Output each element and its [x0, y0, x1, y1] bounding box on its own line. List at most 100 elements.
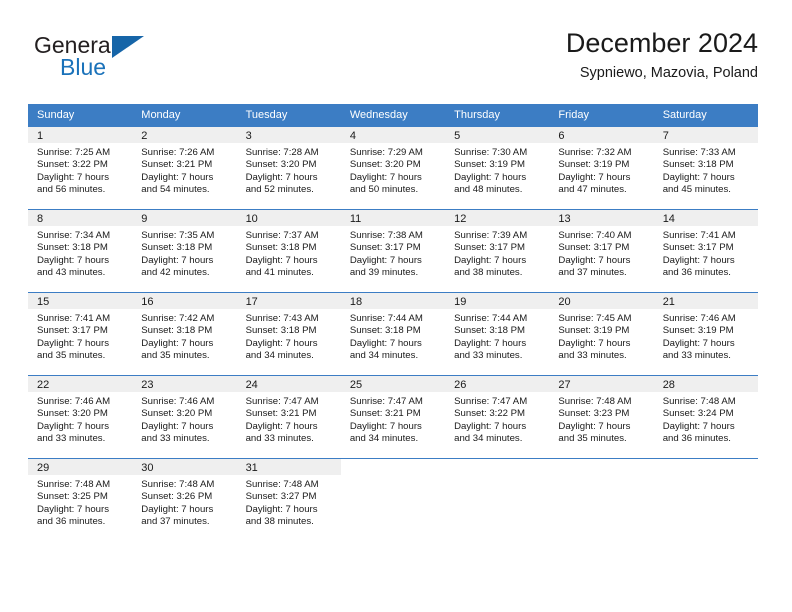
day-number: 29 [28, 459, 133, 475]
day-number: 28 [653, 376, 758, 392]
daylight-text-line1: Daylight: 7 hours [141, 337, 214, 349]
day-number: 26 [445, 376, 550, 392]
daylight-text-line2: and 34 minutes. [349, 432, 419, 444]
day-cell[interactable]: 17 Sunrise: 7:43 AM Sunset: 3:18 PM Dayligh… [236, 292, 341, 376]
day-cell[interactable]: 6 Sunrise: 7:32 AM Sunset: 3:19 PM Daylight… [549, 126, 654, 210]
sunset-text: Sunset: 3:27 PM [245, 491, 317, 503]
sunset-text: Sunset: 3:17 PM [454, 242, 526, 254]
daylight-text-line1: Daylight: 7 hours [558, 337, 631, 349]
daylight-text-line1: Daylight: 7 hours [141, 171, 214, 183]
daylight-text-line1: Daylight: 7 hours [37, 420, 109, 432]
day-cell[interactable]: 30 Sunrise: 7:48 AM Sunset: 3:26 PM Dayligh… [132, 458, 237, 541]
daylight-text-line1: Daylight: 7 hours [454, 420, 527, 432]
day-cell[interactable]: 21 Sunrise: 7:46 AM Sunset: 3:19 PM Dayligh… [653, 292, 758, 376]
day-cell[interactable]: 12 Sunrise: 7:39 AM Sunset: 3:17 PM Dayligh… [445, 209, 550, 293]
daylight-text-line1: Daylight: 7 hours [349, 171, 422, 183]
sunrise-text: Sunrise: 7:29 AM [349, 147, 423, 158]
daylight-text-line2: and 38 minutes. [245, 515, 314, 527]
brand-logo[interactable]: General Blue [34, 32, 244, 88]
daylight-text-line2: and 56 minutes. [37, 183, 106, 195]
page-subtitle: Sypniewo, Mazovia, Poland [579, 65, 758, 81]
daylight-text-line2: and 33 minutes. [558, 349, 627, 361]
day-cell[interactable]: 5 Sunrise: 7:30 AM Sunset: 3:19 PM Daylight… [445, 126, 550, 210]
daylight-text-line1: Daylight: 7 hours [349, 254, 422, 266]
sunset-text: Sunset: 3:17 PM [558, 242, 630, 254]
day-cell[interactable]: 18 Sunrise: 7:44 AM Sunset: 3:18 PM Dayligh… [340, 292, 446, 376]
daylight-text-line1: Daylight: 7 hours [454, 337, 527, 349]
day-number: 16 [132, 293, 237, 309]
sunrise-text: Sunrise: 7:48 AM [245, 479, 319, 490]
weekday-header-saturday: Saturday [653, 104, 758, 127]
day-number: 18 [340, 293, 446, 309]
sunrise-text: Sunrise: 7:46 AM [37, 396, 111, 407]
day-cell[interactable]: 10 Sunrise: 7:37 AM Sunset: 3:18 PM Dayligh… [236, 209, 341, 293]
sunrise-text: Sunrise: 7:48 AM [37, 479, 111, 490]
sunrise-text: Sunrise: 7:46 AM [662, 313, 736, 324]
day-number: 6 [549, 127, 654, 143]
daylight-text-line2: and 34 minutes. [349, 349, 419, 361]
sunset-text: Sunset: 3:21 PM [141, 159, 213, 171]
day-cell[interactable]: 31 Sunrise: 7:48 AM Sunset: 3:27 PM Dayligh… [236, 458, 341, 541]
day-number: 22 [28, 376, 133, 392]
sunset-text: Sunset: 3:18 PM [141, 325, 213, 337]
sunrise-text: Sunrise: 7:39 AM [454, 230, 528, 241]
daylight-text-line2: and 37 minutes. [141, 515, 210, 527]
day-cell[interactable]: 25 Sunrise: 7:47 AM Sunset: 3:21 PM Dayligh… [340, 375, 446, 459]
day-cell[interactable]: 20 Sunrise: 7:45 AM Sunset: 3:19 PM Dayligh… [549, 292, 654, 376]
sunset-text: Sunset: 3:19 PM [558, 325, 630, 337]
sunset-text: Sunset: 3:21 PM [245, 408, 317, 420]
sunset-text: Sunset: 3:18 PM [349, 325, 421, 337]
day-number: 1 [28, 127, 133, 143]
day-cell[interactable]: 14 Sunrise: 7:41 AM Sunset: 3:17 PM Dayligh… [653, 209, 758, 293]
day-cell[interactable]: 22 Sunrise: 7:46 AM Sunset: 3:20 PM Dayligh… [28, 375, 133, 459]
day-cell[interactable]: 19 Sunrise: 7:44 AM Sunset: 3:18 PM Dayligh… [445, 292, 550, 376]
sunrise-text: Sunrise: 7:41 AM [662, 230, 736, 241]
daylight-text-line1: Daylight: 7 hours [454, 171, 527, 183]
daylight-text-line2: and 50 minutes. [349, 183, 419, 195]
sunset-text: Sunset: 3:18 PM [141, 242, 213, 254]
day-cell[interactable]: 2 Sunrise: 7:26 AM Sunset: 3:21 PM Daylight… [132, 126, 237, 210]
calendar-week-row: 29 Sunrise: 7:48 AM Sunset: 3:25 PM Dayligh… [28, 458, 758, 541]
day-number [549, 459, 654, 475]
day-cell[interactable]: 3 Sunrise: 7:28 AM Sunset: 3:20 PM Daylight… [236, 126, 341, 210]
daylight-text-line1: Daylight: 7 hours [141, 420, 214, 432]
day-number: 5 [445, 127, 550, 143]
daylight-text-line1: Daylight: 7 hours [558, 254, 631, 266]
day-number: 23 [132, 376, 237, 392]
day-cell[interactable]: 4 Sunrise: 7:29 AM Sunset: 3:20 PM Daylight… [340, 126, 446, 210]
day-cell[interactable]: 24 Sunrise: 7:47 AM Sunset: 3:21 PM Dayligh… [236, 375, 341, 459]
daylight-text-line1: Daylight: 7 hours [245, 254, 318, 266]
day-cell[interactable]: 23 Sunrise: 7:46 AM Sunset: 3:20 PM Dayligh… [132, 375, 237, 459]
sunrise-text: Sunrise: 7:30 AM [454, 147, 528, 158]
sunset-text: Sunset: 3:22 PM [37, 159, 108, 171]
calendar-week-row: 22 Sunrise: 7:46 AM Sunset: 3:20 PM Dayligh… [28, 375, 758, 459]
day-cell[interactable]: 13 Sunrise: 7:40 AM Sunset: 3:17 PM Dayligh… [549, 209, 654, 293]
day-cell[interactable]: 27 Sunrise: 7:48 AM Sunset: 3:23 PM Dayligh… [549, 375, 654, 459]
day-cell[interactable]: 11 Sunrise: 7:38 AM Sunset: 3:17 PM Dayligh… [340, 209, 446, 293]
weekday-header-wednesday: Wednesday [340, 104, 446, 127]
day-number: 13 [549, 210, 654, 226]
day-cell[interactable]: 16 Sunrise: 7:42 AM Sunset: 3:18 PM Dayligh… [132, 292, 237, 376]
daylight-text-line1: Daylight: 7 hours [558, 171, 631, 183]
sunrise-text: Sunrise: 7:41 AM [37, 313, 111, 324]
sunrise-text: Sunrise: 7:43 AM [245, 313, 319, 324]
day-cell[interactable]: 7 Sunrise: 7:33 AM Sunset: 3:18 PM Daylight… [653, 126, 758, 210]
daylight-text-line2: and 48 minutes. [454, 183, 523, 195]
day-cell[interactable]: 15 Sunrise: 7:41 AM Sunset: 3:17 PM Dayligh… [28, 292, 133, 376]
day-cell[interactable]: 1 Sunrise: 7:25 AM Sunset: 3:22 PM Daylight… [28, 126, 133, 210]
sunrise-text: Sunrise: 7:42 AM [141, 313, 215, 324]
day-number: 7 [653, 127, 758, 143]
day-cell[interactable]: 26 Sunrise: 7:47 AM Sunset: 3:22 PM Dayligh… [445, 375, 550, 459]
sunrise-text: Sunrise: 7:26 AM [141, 147, 215, 158]
sunrise-text: Sunrise: 7:32 AM [558, 147, 632, 158]
sunrise-text: Sunrise: 7:33 AM [662, 147, 736, 158]
day-cell[interactable]: 9 Sunrise: 7:35 AM Sunset: 3:18 PM Daylight… [132, 209, 237, 293]
sunrise-text: Sunrise: 7:38 AM [349, 230, 423, 241]
daylight-text-line2: and 33 minutes. [662, 349, 731, 361]
day-cell[interactable]: 8 Sunrise: 7:34 AM Sunset: 3:18 PM Daylight… [28, 209, 133, 293]
day-cell[interactable]: 29 Sunrise: 7:48 AM Sunset: 3:25 PM Dayligh… [28, 458, 133, 541]
day-cell[interactable]: 28 Sunrise: 7:48 AM Sunset: 3:24 PM Dayligh… [653, 375, 758, 459]
daylight-text-line2: and 33 minutes. [37, 432, 106, 444]
day-number: 30 [132, 459, 237, 475]
daylight-text-line2: and 33 minutes. [454, 349, 523, 361]
